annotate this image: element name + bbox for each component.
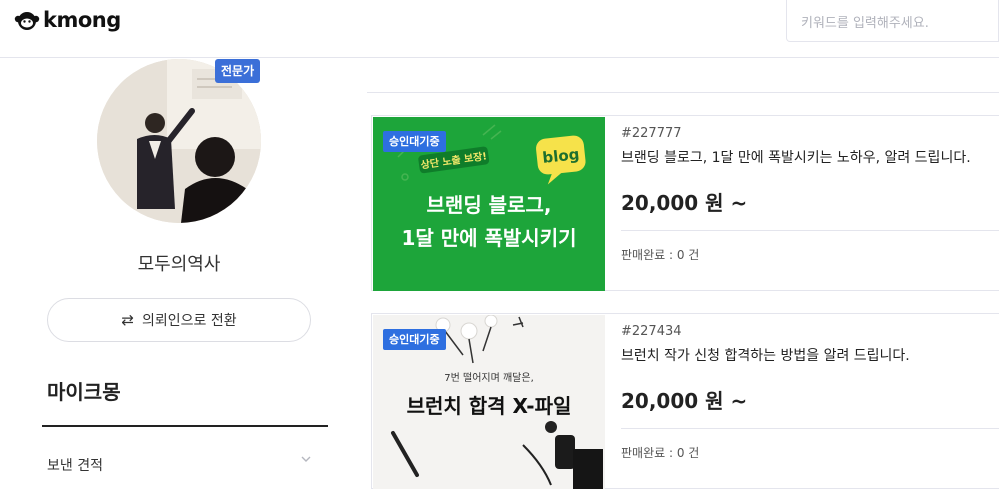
kmong-logo[interactable]: kmong bbox=[14, 8, 121, 32]
gig-info: #227777 브랜딩 블로그, 1달 만에 폭발시키는 노하우, 알려 드립니… bbox=[621, 126, 999, 262]
gig-title[interactable]: 브랜딩 블로그, 1달 만에 폭발시키는 노하우, 알려 드립니다. bbox=[621, 147, 999, 167]
section-title-my-kmong: 마이크몽 bbox=[47, 380, 121, 404]
avatar[interactable] bbox=[97, 59, 261, 223]
kmong-logo-icon bbox=[14, 12, 40, 30]
gig-id: #227777 bbox=[621, 126, 682, 141]
gig-card[interactable]: 7번 떨어지며 깨달은, 브런치 합격 X-파일 승인대기중 #227434 브… bbox=[371, 313, 999, 489]
pro-badge: 전문가 bbox=[215, 59, 261, 83]
switch-to-client-button[interactable]: ⇄ 의뢰인으로 전환 bbox=[47, 298, 311, 342]
gig-price: 20,000 원 ~ bbox=[621, 191, 748, 215]
swap-arrows-icon: ⇄ bbox=[121, 311, 134, 329]
thumb-headline-2: 1달 만에 폭발시키기 bbox=[401, 226, 576, 250]
search-input[interactable]: 키워드를 입력해주세요. bbox=[786, 0, 999, 42]
gig-title[interactable]: 브런치 작가 신청 합격하는 방법을 알려 드립니다. bbox=[621, 345, 999, 365]
thumb-headline-1: 브랜딩 블로그, bbox=[427, 193, 552, 217]
chevron-down-icon bbox=[300, 453, 312, 469]
gig-sold-count: 판매완료 : 0 건 bbox=[621, 446, 700, 460]
gig-thumbnail[interactable]: 7번 떨어지며 깨달은, 브런치 합격 X-파일 승인대기중 bbox=[373, 315, 605, 489]
gig-divider bbox=[621, 428, 999, 429]
gig-divider bbox=[621, 230, 999, 231]
thumb-subtitle: 7번 떨어지며 깨달은, bbox=[444, 372, 534, 384]
thumb-headline: 브런치 합격 X-파일 bbox=[407, 394, 572, 418]
status-badge: 승인대기중 bbox=[383, 329, 446, 350]
gig-id: #227434 bbox=[621, 324, 682, 339]
section-divider bbox=[42, 425, 328, 427]
gig-card[interactable]: 상단 노출 보장! blog 브랜딩 블로그, 1달 만에 폭발시키기 승인대기… bbox=[371, 115, 999, 291]
avatar-photo bbox=[97, 59, 261, 223]
logo-text: kmong bbox=[43, 8, 121, 32]
gig-info: #227434 브런치 작가 신청 합격하는 방법을 알려 드립니다. 20,0… bbox=[621, 324, 999, 460]
username: 모두의역사 bbox=[137, 254, 221, 275]
status-badge: 승인대기중 bbox=[383, 131, 446, 152]
sidebar-item-sent-quotes[interactable]: 보낸 견적 bbox=[47, 455, 312, 475]
sidebar-item-label: 보낸 견적 bbox=[47, 458, 103, 474]
gig-price: 20,000 원 ~ bbox=[621, 389, 748, 413]
list-top-divider bbox=[367, 92, 999, 93]
thumb-bubble-text: blog bbox=[542, 145, 581, 167]
gig-sold-count: 판매완료 : 0 건 bbox=[621, 248, 700, 262]
gig-thumbnail[interactable]: 상단 노출 보장! blog 브랜딩 블로그, 1달 만에 폭발시키기 승인대기… bbox=[373, 117, 605, 291]
switch-to-client-label: 의뢰인으로 전환 bbox=[141, 313, 237, 329]
top-header: kmong 키워드를 입력해주세요. bbox=[0, 0, 999, 58]
